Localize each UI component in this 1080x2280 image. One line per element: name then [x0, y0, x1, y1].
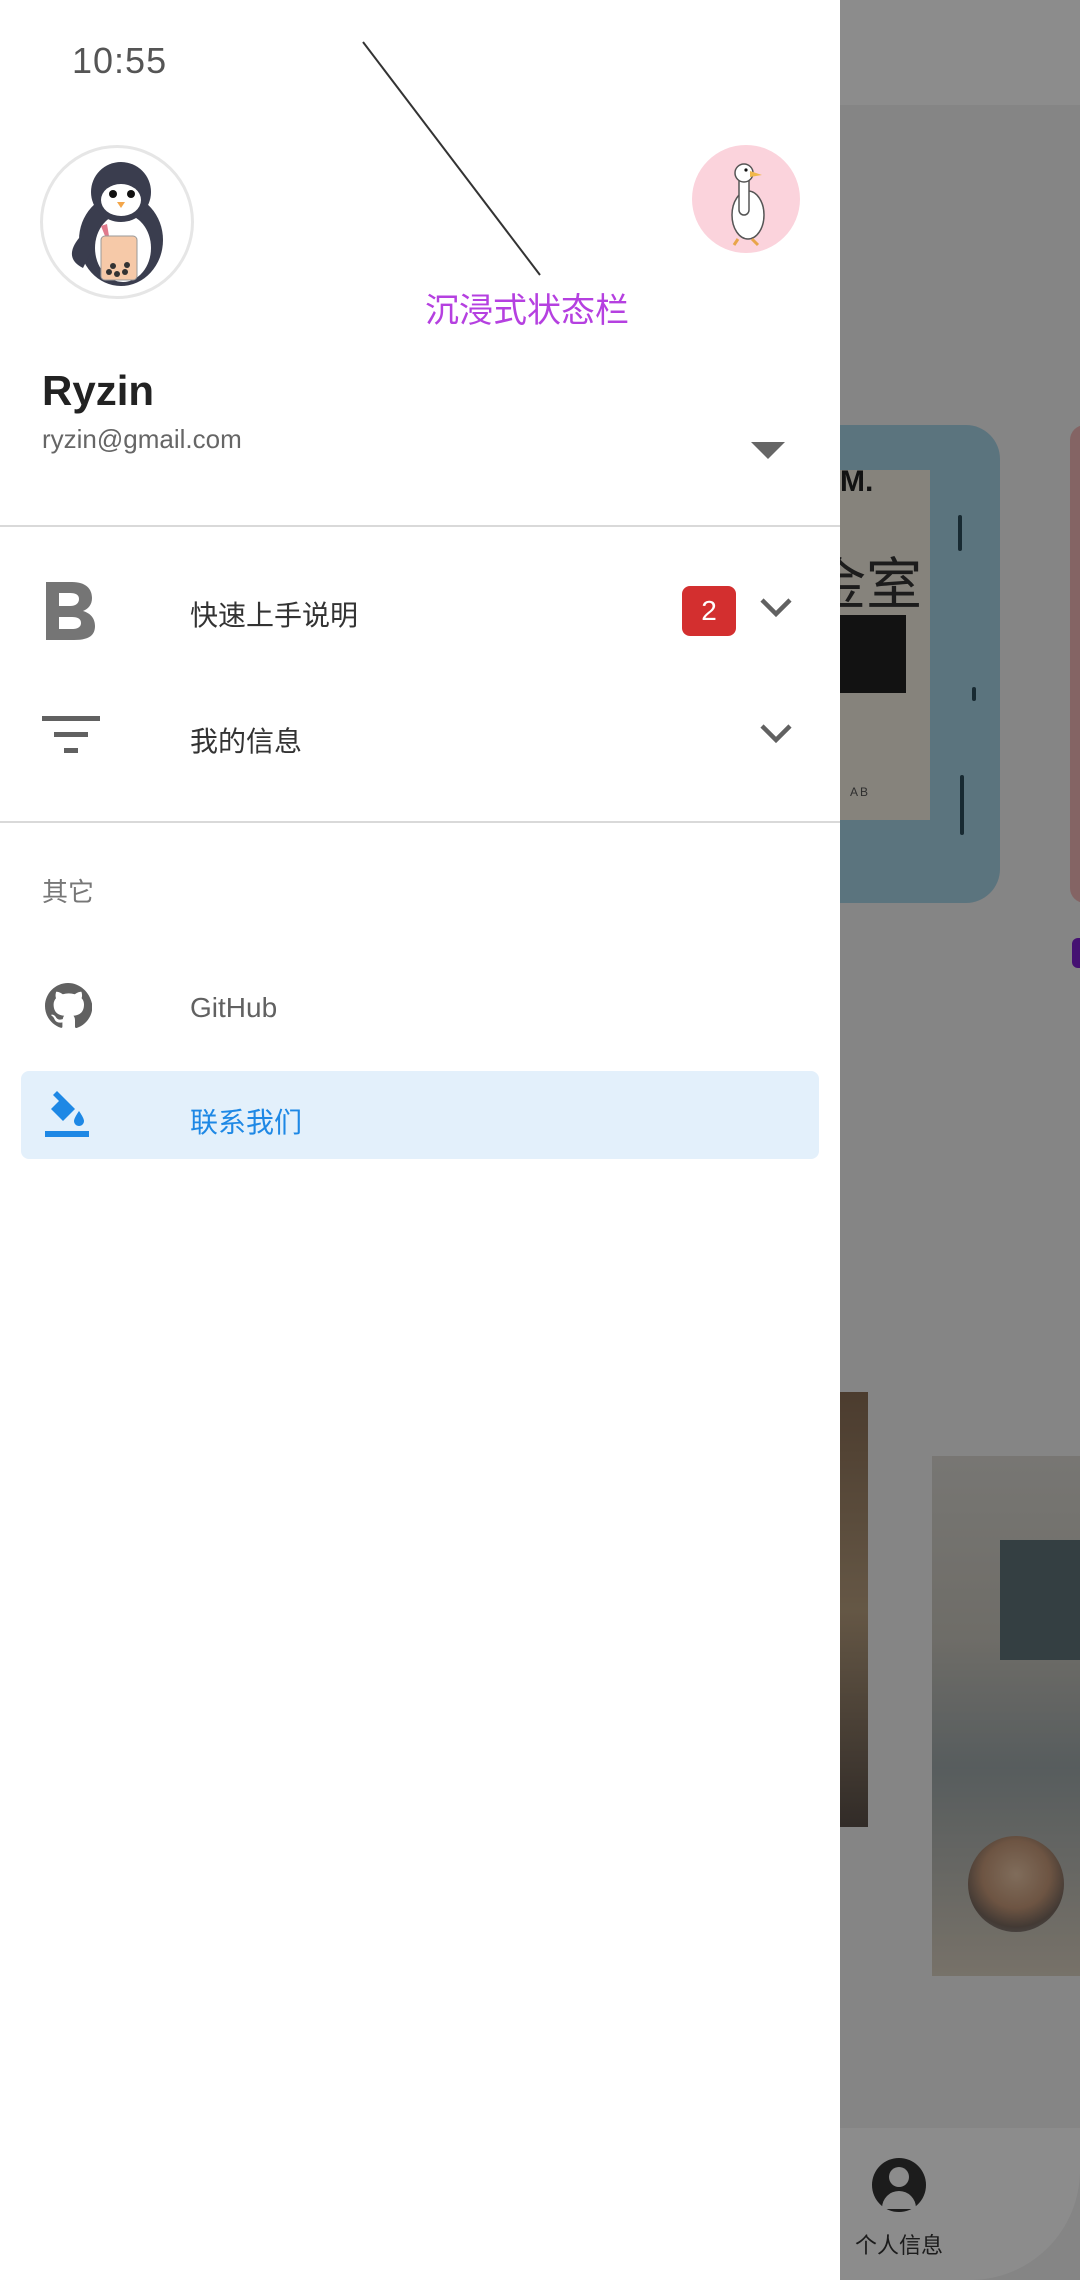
annotation-label: 沉浸式状态栏	[425, 291, 629, 331]
chevron-down-icon[interactable]	[756, 594, 796, 624]
arrow-drop-down-icon	[751, 441, 785, 459]
menu-item-label: 我的信息	[190, 726, 303, 757]
menu-item-github[interactable]: GitHub	[0, 950, 840, 1060]
secondary-account-avatar[interactable]	[692, 145, 800, 253]
notification-badge: 2	[682, 586, 736, 636]
user-name: Ryzin	[42, 367, 155, 414]
menu-item-label: 联系我们	[190, 1107, 303, 1138]
bold-b-icon	[46, 582, 95, 640]
header-divider	[0, 525, 840, 527]
navigation-drawer: 10:55 沉浸式状态栏 Ryzin ryzin@gmail.com 快速上手说…	[0, 0, 840, 2280]
menu-item-label: GitHub	[190, 992, 278, 1023]
paint-bucket-icon	[45, 1091, 89, 1137]
filter-icon	[42, 716, 100, 753]
account-switcher-dropdown[interactable]	[740, 432, 796, 468]
menu-item-contact-us[interactable]: 联系我们	[21, 1071, 819, 1159]
menu-item-label: 快速上手说明	[190, 600, 359, 631]
menu-item-quick-start[interactable]: 快速上手说明 2	[0, 556, 840, 666]
menu-item-my-info[interactable]: 我的信息	[0, 682, 840, 792]
section-header-other: 其它	[42, 877, 95, 907]
section-divider	[0, 821, 840, 823]
user-avatar[interactable]	[40, 145, 194, 299]
github-icon	[45, 983, 92, 1029]
penguin-avatar-icon	[71, 162, 163, 286]
chevron-down-icon[interactable]	[756, 720, 796, 750]
user-email: ryzin@gmail.com	[42, 424, 242, 454]
duck-avatar-icon	[731, 163, 765, 247]
